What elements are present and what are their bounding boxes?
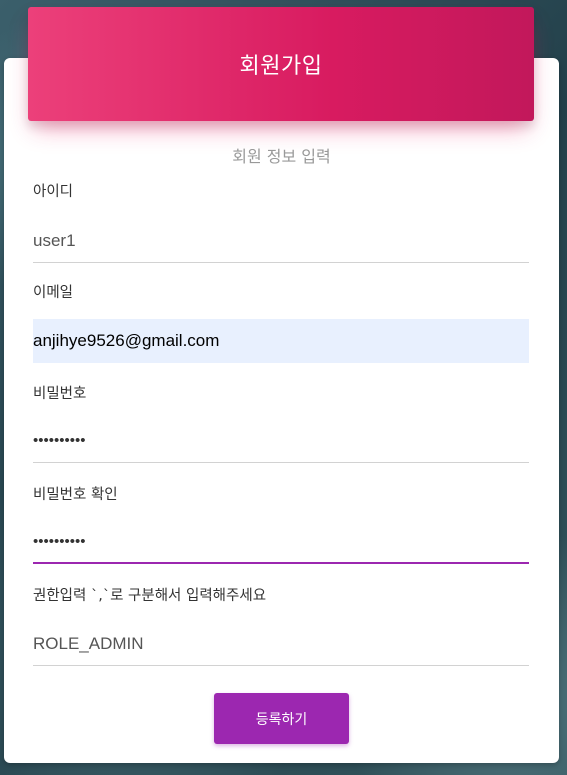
password-value: •••••••••• <box>33 432 86 449</box>
role-input[interactable]: ROLE_ADMIN <box>33 622 529 666</box>
register-button-label: 등록하기 <box>255 711 308 728</box>
username-value: user1 <box>33 230 76 250</box>
password-confirm-label: 비밀번호 확인 <box>33 487 118 503</box>
username-group: 아이디 user1 <box>33 181 529 263</box>
password-input[interactable]: •••••••••• <box>33 419 529 463</box>
email-input[interactable]: anjihye9526@gmail.com <box>33 319 529 363</box>
password-confirm-group: 비밀번호 확인 •••••••••• <box>33 484 529 568</box>
register-button[interactable]: 등록하기 <box>214 693 349 744</box>
role-group: 권한입력 `,`로 구분해서 입력해주세요 ROLE_ADMIN <box>33 585 529 667</box>
username-label: 아이디 <box>33 184 74 200</box>
email-value: anjihye9526@gmail.com <box>33 331 220 350</box>
role-label: 권한입력 `,`로 구분해서 입력해주세요 <box>33 588 267 604</box>
email-label: 이메일 <box>33 285 74 301</box>
form-subtitle: 회원 정보 입력 <box>232 147 331 166</box>
role-value: ROLE_ADMIN <box>33 633 144 653</box>
username-input[interactable]: user1 <box>33 219 529 263</box>
password-label: 비밀번호 <box>33 386 87 402</box>
password-confirm-input[interactable]: •••••••••• <box>33 520 529 564</box>
page-title: 회원가입 <box>239 54 323 79</box>
email-group: 이메일 anjihye9526@gmail.com <box>33 282 529 366</box>
password-group: 비밀번호 •••••••••• <box>33 383 529 465</box>
password-confirm-value: •••••••••• <box>33 532 86 550</box>
card-header: 회원가입 <box>28 7 534 121</box>
